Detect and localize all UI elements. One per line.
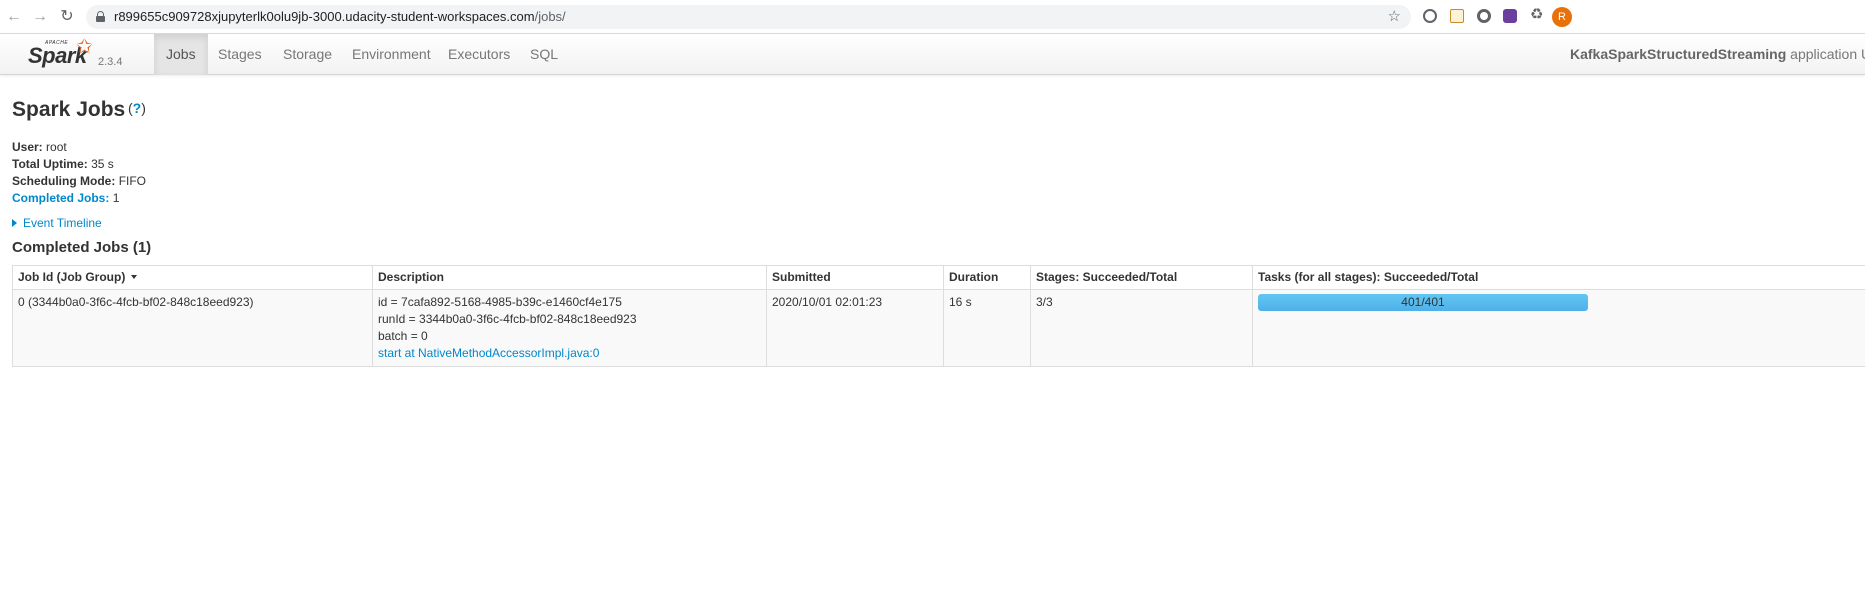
header-job-id-label: Job Id (Job Group) (18, 270, 126, 284)
tab-stages[interactable]: Stages (206, 34, 274, 75)
application-name: KafkaSparkStructuredStreaming applicatio… (1570, 34, 1865, 75)
browser-toolbar: ← → ↻ r899655c909728xjupyterlk0olu9jb-30… (0, 0, 1865, 34)
tab-jobs[interactable]: Jobs (154, 34, 208, 75)
cell-description: id = 7cafa892-5168-4985-b39c-e1460cf4e17… (372, 289, 767, 367)
sort-desc-icon (131, 275, 138, 279)
job-detail-link[interactable]: start at NativeMethodAccessorImpl.java:0 (378, 345, 761, 362)
reload-icon[interactable]: ↻ (57, 7, 77, 27)
completed-jobs-heading[interactable]: Completed Jobs (1) (12, 239, 151, 256)
header-duration[interactable]: Duration (943, 265, 1031, 290)
header-tasks[interactable]: Tasks (for all stages): Succeeded/Total (1252, 265, 1865, 290)
tab-executors[interactable]: Executors (436, 34, 522, 75)
header-description[interactable]: Description (372, 265, 767, 290)
cell-tasks: 401/401 (1252, 289, 1865, 367)
expand-arrow-icon (12, 219, 17, 227)
description-id: id = 7cafa892-5168-4985-b39c-e1460cf4e17… (378, 295, 622, 309)
completed-jobs-value: 1 (112, 191, 120, 205)
tab-storage[interactable]: Storage (271, 34, 344, 75)
spark-navbar: APACHE Spark ✩ 2.3.4 Jobs Stages Storage… (0, 34, 1865, 75)
description-batch: batch = 0 (378, 329, 428, 343)
app-name-bold: KafkaSparkStructuredStreaming (1569, 46, 1787, 62)
address-bar[interactable]: r899655c909728xjupyterlk0olu9jb-3000.uda… (86, 5, 1411, 29)
profile-avatar[interactable]: R (1552, 7, 1572, 27)
cell-duration: 16 s (943, 289, 1031, 367)
header-stages[interactable]: Stages: Succeeded/Total (1030, 265, 1253, 290)
back-icon[interactable]: ← (4, 7, 24, 27)
tasks-progress-bar: 401/401 (1258, 294, 1588, 311)
help-icon[interactable]: ? (133, 100, 142, 116)
table-header-row: Job Id (Job Group) Description Submitted… (12, 265, 1865, 290)
forward-icon[interactable]: → (30, 7, 50, 27)
uptime-value: 35 s (91, 157, 114, 171)
user-value: root (46, 140, 67, 154)
extension-icon[interactable] (1477, 9, 1491, 23)
puzzle-icon[interactable]: ♻ (1530, 7, 1544, 22)
header-job-id[interactable]: Job Id (Job Group) (12, 265, 373, 290)
mode-label: Scheduling Mode: (12, 174, 116, 188)
mode-value: FIFO (118, 174, 147, 188)
lock-icon (96, 11, 105, 22)
event-timeline-toggle[interactable]: Event Timeline (12, 216, 102, 230)
description-run-id: runId = 3344b0a0-3f6c-4fcb-bf02-848c18ee… (378, 312, 637, 326)
job-summary: User: root Total Uptime: 35 s Scheduling… (12, 139, 146, 207)
user-label: User: (12, 140, 43, 154)
completed-jobs-link[interactable]: Completed Jobs: (12, 191, 109, 205)
cell-job-id: 0 (3344b0a0-3f6c-4fcb-bf02-848c18eed923) (12, 289, 373, 367)
summary-uptime: Total Uptime: 35 s (12, 156, 146, 173)
uptime-label: Total Uptime: (12, 157, 88, 171)
table-row: 0 (3344b0a0-3f6c-4fcb-bf02-848c18eed923)… (12, 289, 1865, 367)
tab-sql[interactable]: SQL (518, 34, 570, 75)
extension-icon[interactable] (1423, 9, 1437, 23)
summary-scheduling-mode: Scheduling Mode: FIFO (12, 173, 146, 190)
page-title: Spark Jobs (12, 98, 126, 121)
header-submitted[interactable]: Submitted (766, 265, 944, 290)
extension-icon[interactable] (1503, 9, 1517, 23)
summary-completed-jobs: Completed Jobs: 1 (12, 190, 146, 207)
event-timeline-label: Event Timeline (23, 216, 102, 230)
url-path: /jobs/ (534, 9, 566, 24)
cell-stages: 3/3 (1030, 289, 1253, 367)
summary-user: User: root (12, 139, 146, 156)
tab-environment[interactable]: Environment (340, 34, 443, 75)
completed-jobs-table: Job Id (Job Group) Description Submitted… (12, 265, 1865, 367)
app-name-suffix: application UI (1790, 46, 1865, 62)
extension-icon[interactable] (1450, 9, 1464, 23)
cell-submitted: 2020/10/01 02:01:23 (766, 289, 944, 367)
spark-version: 2.3.4 (98, 56, 123, 68)
bookmark-star-icon[interactable]: ☆ (1388, 7, 1401, 25)
tasks-progress-text: 401/401 (1401, 295, 1445, 309)
spark-star-icon: ✩ (76, 36, 93, 58)
url-text[interactable]: r899655c909728xjupyterlk0olu9jb-3000.uda… (114, 9, 566, 24)
url-host: r899655c909728xjupyterlk0olu9jb-3000.uda… (114, 9, 535, 24)
spark-logo[interactable]: APACHE Spark ✩ 2.3.4 (28, 34, 148, 75)
help-link[interactable]: (?) (128, 100, 146, 116)
